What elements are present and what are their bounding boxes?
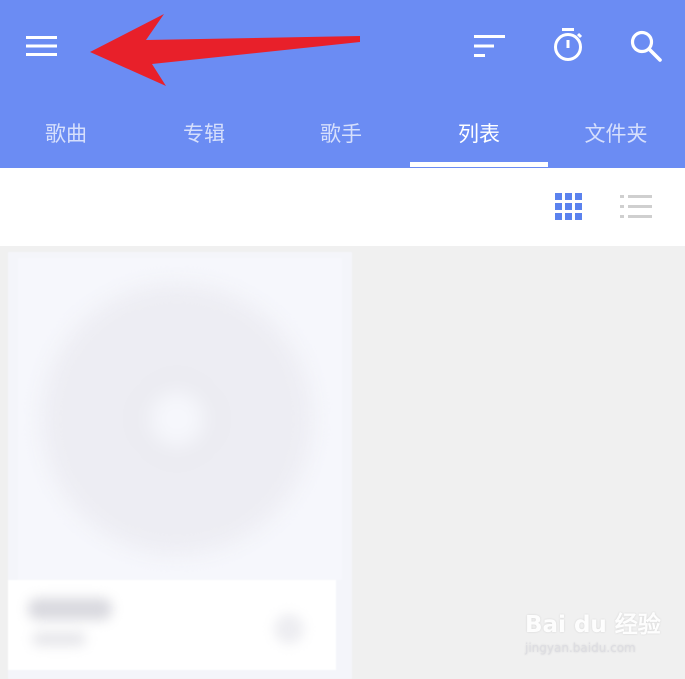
watermark-url: jingyan.baidu.com [525,641,636,655]
tab-songs[interactable]: 歌曲 [6,118,126,148]
playlist-card[interactable] [8,252,352,679]
tab-bar: 歌曲 专辑 歌手 列表 文件夹 [0,100,685,168]
search-icon[interactable] [629,29,663,63]
playlist-title-blurred [28,598,112,620]
watermark-logo: Bai du 经验 [525,612,661,638]
app-bar: 歌曲 专辑 歌手 列表 文件夹 [0,0,685,168]
menu-icon[interactable] [24,33,60,59]
list-view-icon[interactable] [620,194,652,220]
tab-artists[interactable]: 歌手 [281,118,401,148]
tab-albums[interactable]: 专辑 [144,118,264,148]
annotation-arrow [86,12,362,88]
watermark: Bai du 经验 jingyan.baidu.com [525,605,675,655]
timer-icon[interactable] [550,27,586,63]
more-options-icon[interactable] [274,614,304,644]
tab-playlists[interactable]: 列表 [419,118,539,148]
disc-icon [42,284,312,554]
playlist-cover [18,258,342,580]
playlist-subtitle-blurred [32,632,86,646]
tab-folders[interactable]: 文件夹 [556,118,676,148]
view-toolbar [0,168,685,246]
sort-icon[interactable] [473,33,507,59]
playlist-card-footer [8,580,336,670]
active-tab-indicator [410,162,548,167]
grid-view-icon[interactable] [555,193,582,220]
